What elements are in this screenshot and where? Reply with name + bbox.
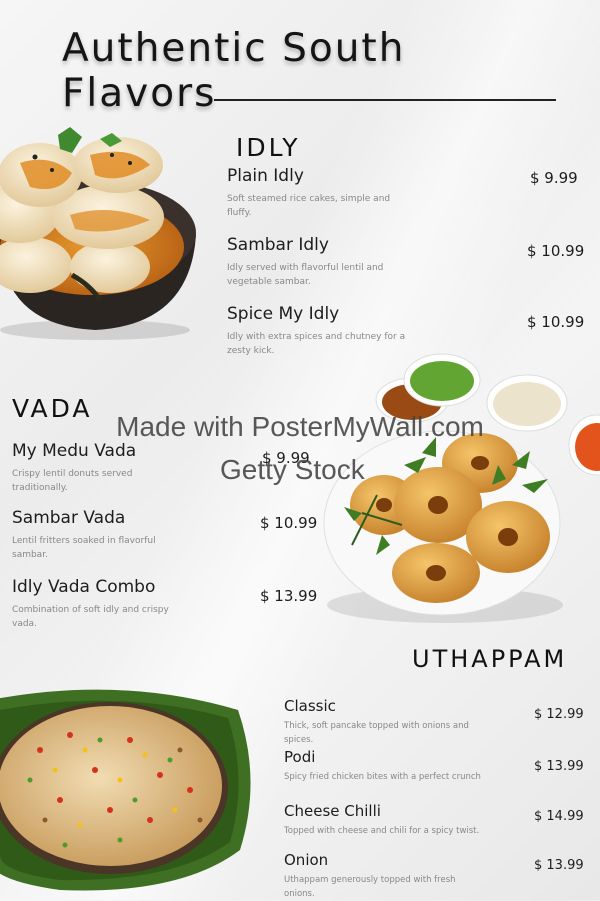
menu-item: Sambar Idly Idly served with flavorful l… [227, 235, 407, 289]
uthappam-banana-leaf-photo [0, 689, 251, 891]
menu-item-description: Soft steamed rice cakes, simple and fluf… [227, 194, 391, 218]
menu-item-price: $ 12.99 [534, 707, 584, 722]
watermark-line-2: Getty Stock [220, 454, 365, 485]
menu-item-name: Onion [284, 851, 329, 869]
title-underline [214, 99, 556, 101]
menu-item-name: My Medu Vada [12, 441, 137, 461]
menu-item: My Medu Vada Crispy lentil donuts served… [12, 441, 172, 495]
idly-sambar-bowl-photo [0, 127, 196, 340]
menu-item-description: Combination of soft idly and crispy vada… [12, 605, 169, 629]
menu-item-price: $ 9.99 [530, 169, 578, 187]
menu-item-name: Podi [284, 748, 316, 766]
menu-item-description: Spicy fried chicken bites with a perfect… [284, 772, 481, 782]
menu-item-price: $ 10.99 [527, 313, 585, 331]
menu-item-name: Classic [284, 697, 336, 715]
menu-item-price: $ 13.99 [534, 759, 584, 774]
menu-item-name: Idly Vada Combo [12, 577, 156, 597]
menu-item-price: $ 10.99 [260, 514, 318, 532]
menu-item-price: $ 14.99 [534, 809, 584, 824]
menu-item: Idly Vada Combo Combination of soft idly… [12, 577, 172, 631]
section-title-uthappam: UTHAPPAM [412, 645, 568, 673]
menu-title: Authentic South Flavors [62, 26, 406, 116]
menu-item-price: $ 13.99 [260, 587, 318, 605]
menu-item-name: Plain Idly [227, 166, 304, 186]
medu-vada-chutney-plate-photo [323, 353, 600, 623]
menu-item-description: Uthappam generously topped with fresh on… [284, 875, 456, 899]
menu-item-price: $ 13.99 [534, 858, 584, 873]
menu-item-name: Sambar Idly [227, 235, 329, 255]
menu-item: Sambar Vada Lentil fritters soaked in fl… [12, 508, 172, 562]
menu-item-name: Cheese Chilli [284, 802, 381, 820]
menu-item-name: Spice My Idly [227, 304, 340, 324]
watermark-line-1: Made with PosterMyWall.com [116, 411, 484, 442]
menu-item: Plain Idly Soft steamed rice cakes, simp… [227, 166, 407, 220]
menu-item-description: Idly served with flavorful lentil and ve… [227, 263, 384, 287]
menu-item-name: Sambar Vada [12, 508, 126, 528]
section-title-idly: IDLY [236, 133, 301, 162]
menu-item: Podi Spicy fried chicken bites with a pe… [284, 748, 484, 784]
menu-item-description: Crispy lentil donuts served traditionall… [12, 469, 133, 493]
menu-item: Onion Uthappam generously topped with fr… [284, 851, 484, 901]
menu-item-price: $ 10.99 [527, 242, 585, 260]
menu-item-description: Lentil fritters soaked in flavorful samb… [12, 536, 156, 560]
menu-item: Classic Thick, soft pancake topped with … [284, 697, 484, 747]
menu-item: Cheese Chilli Topped with cheese and chi… [284, 802, 484, 838]
menu-item-description: Topped with cheese and chili for a spicy… [284, 826, 480, 836]
menu-item-description: Thick, soft pancake topped with onions a… [284, 721, 469, 745]
